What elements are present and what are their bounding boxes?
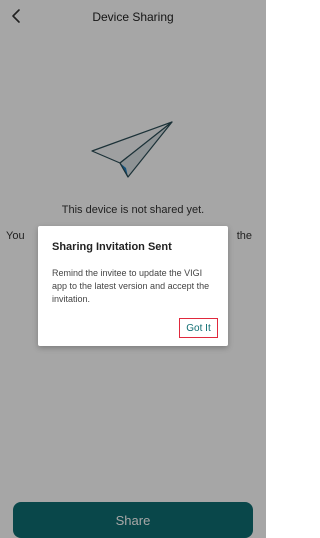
dialog-message: Remind the invitee to update the VIGI ap… — [52, 268, 210, 304]
invitation-sent-dialog: Sharing Invitation Sent Remind the invit… — [38, 226, 228, 346]
dialog-title: Sharing Invitation Sent — [52, 241, 172, 253]
got-it-button[interactable]: Got It — [179, 318, 218, 338]
